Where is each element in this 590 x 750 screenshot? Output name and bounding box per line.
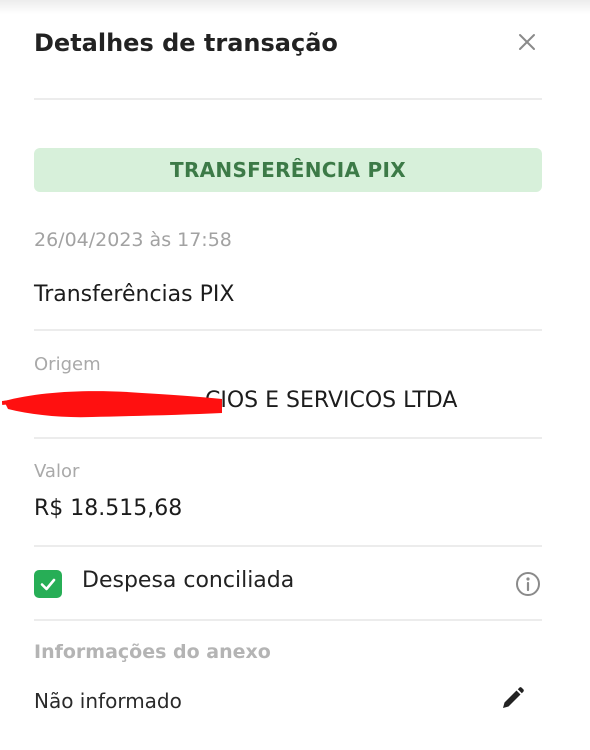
- transaction-datetime: 26/04/2023 às 17:58: [34, 229, 232, 251]
- divider-origin: [34, 437, 542, 439]
- edit-attachment-button[interactable]: [497, 684, 527, 714]
- info-icon: [516, 572, 540, 596]
- attachment-section-title: Informações do anexo: [34, 641, 271, 663]
- origin-label: Origem: [34, 354, 101, 375]
- transaction-type-badge: TRANSFERÊNCIA PIX: [34, 148, 542, 192]
- redaction-mark: [2, 391, 222, 418]
- close-button[interactable]: [511, 26, 543, 58]
- divider-reconciliation: [34, 619, 542, 621]
- header-divider: [34, 98, 542, 100]
- check-icon: [40, 578, 56, 591]
- transaction-details-panel: Detalhes de transação TRANSFERÊNCIA PIX …: [0, 0, 590, 750]
- reconciled-checkbox[interactable]: [34, 570, 62, 598]
- amount-value: R$ 18.515,68: [34, 496, 183, 521]
- transaction-description: Transferências PIX: [34, 282, 235, 307]
- top-shadow: [0, 0, 590, 14]
- pencil-icon: [503, 687, 524, 708]
- close-icon: [519, 34, 535, 50]
- attachment-value: Não informado: [34, 689, 182, 713]
- divider-amount: [34, 545, 542, 547]
- amount-label: Valor: [34, 461, 80, 482]
- panel-title: Detalhes de transação: [34, 29, 338, 57]
- reconciled-label: Despesa conciliada: [82, 568, 295, 593]
- info-button[interactable]: [514, 570, 542, 598]
- divider-description: [34, 329, 542, 331]
- origin-value: CIOS E SERVICOS LTDA: [205, 388, 458, 413]
